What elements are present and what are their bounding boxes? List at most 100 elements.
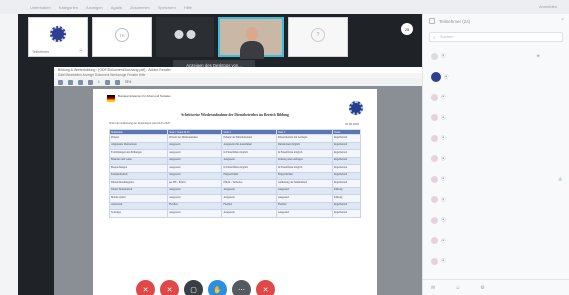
camera-off-icon: ✕	[166, 286, 173, 294]
participant-row[interactable]: ⦿ ◈	[423, 46, 569, 67]
participant-list: ⦿ ◈ ⦿ ⦿ ⦿ ⦿ ⦿ ⦿ ⦾ ⦿ ⦿ ⦿ ⦿	[423, 46, 569, 272]
mic-icon: ⦿	[444, 73, 449, 79]
mic-icon: ⦿	[441, 135, 446, 141]
account-link[interactable]: Anmelden	[539, 4, 557, 9]
camera-toggle-button[interactable]: ✕	[160, 280, 179, 295]
participant-row[interactable]: ⦿	[423, 251, 569, 272]
participant-tile[interactable]: Teilnehmer ⦿	[28, 17, 88, 57]
avatar	[431, 237, 438, 245]
shared-pdf-window: Bildung & Weiterbildung - [ODF/Dokument/…	[54, 67, 432, 295]
table-cell: In Einzelfällen möglich	[275, 149, 333, 158]
settings-icon[interactable]: ⚙	[480, 285, 484, 291]
table-row: Mobile Arbeit Ausgesetzt Ausgesetzt Ausgese…	[108, 194, 362, 203]
person-head	[246, 27, 258, 41]
participant-row[interactable]: ⦿	[423, 231, 569, 252]
active-speaker-tile[interactable]	[218, 17, 284, 59]
table-cell: Flexibel	[221, 201, 277, 210]
call-controls: ✕ ✕ ▢ ✋ ⋯ ✕	[136, 280, 275, 295]
table-cell: Regelbetrieb	[331, 156, 362, 165]
table-cell: Eingeschränkt	[275, 171, 333, 180]
participant-row[interactable]: ⦿	[423, 190, 569, 211]
zoom-level: 78%	[124, 80, 132, 84]
table-cell: Pflicht - Teilweise	[221, 179, 277, 188]
table-cell: Ausgesetzt	[167, 141, 223, 150]
participant-search-input[interactable]: ⌕ Suchen	[429, 32, 563, 42]
table-row: Sonstiges Ausgesetzt Ausgesetzt Ausgesetzt R…	[108, 209, 362, 218]
raise-hand-button[interactable]: ✋	[208, 280, 227, 295]
federal-eagle-logo	[107, 95, 115, 102]
leave-call-button[interactable]: ✕	[256, 280, 275, 295]
table-cell: Regelbetrieb	[331, 209, 362, 218]
table-row: Fortbildungen und Prüfungen Ausgesetzt In …	[108, 149, 362, 158]
participant-row[interactable]: ⦿ ⦾	[423, 169, 569, 190]
menu-item[interactable]: Speichern	[158, 5, 176, 10]
avatar	[431, 71, 441, 82]
mute-mic-button[interactable]: ✕	[136, 280, 155, 295]
mic-icon: ⦿	[441, 53, 446, 59]
participant-row[interactable]: ⦿	[423, 128, 569, 149]
app-window: Unterhalten Kategorien Anzeigen Agatis Z…	[0, 0, 569, 295]
emblem-avatar	[50, 26, 66, 42]
table-row: Rücksichtnahmegebot per HE - Pflicht Pflic…	[108, 179, 362, 188]
mic-icon: ⦿	[441, 217, 446, 223]
menu-item[interactable]: Hilfe	[184, 5, 192, 10]
prev-page-icon	[78, 79, 83, 85]
table-cell: Dienst-Teilzeitarbeit	[108, 186, 169, 195]
chat-icon[interactable]: ✉	[431, 285, 435, 291]
search-icon: ⌕	[433, 35, 436, 40]
menu-item[interactable]: Anzeigen	[86, 5, 103, 10]
status-icon: ◈	[536, 53, 540, 59]
mic-icon: ⦿	[441, 114, 446, 120]
participant-strip: Teilnehmer ⦿ TE ?	[28, 17, 348, 59]
avatar	[431, 257, 438, 265]
mic-off-icon: ✕	[142, 286, 149, 294]
table-cell: Ausgesetzt	[275, 209, 333, 218]
avatar	[431, 175, 438, 183]
table-cell: Ausgesetzt	[167, 156, 223, 165]
table-row: Arbeitszeit Flexibel Flexibel Flexibel Regel…	[108, 201, 362, 210]
table-cell: Dienstreisen möglich	[275, 141, 333, 150]
table-cell: Sonstiges	[108, 209, 169, 218]
mic-icon: ⦿	[441, 196, 446, 202]
menu-item[interactable]: Zusammen	[130, 5, 150, 10]
mic-icon: ⦿	[441, 237, 446, 243]
table-cell: In Einzelfällen möglich	[221, 164, 277, 173]
page-number: 1	[98, 80, 100, 84]
participant-tile[interactable]: ?	[288, 17, 348, 57]
avatar	[431, 93, 438, 101]
table-row: Kantinenbetrieb Ausgesetzt Eingeschränkt Ei…	[108, 171, 362, 180]
more-options-button[interactable]: ⋯	[232, 280, 251, 295]
emoji-icon[interactable]: ☺	[455, 285, 460, 291]
mic-icon: ⦿	[441, 94, 446, 100]
participant-count-badge[interactable]: 25	[401, 23, 413, 35]
participant-row[interactable]: ⦿	[423, 108, 569, 129]
zoom-out-icon	[104, 79, 110, 85]
menu-item[interactable]: Kategorien	[59, 5, 78, 10]
participant-tile[interactable]: TE	[92, 17, 152, 57]
participant-row[interactable]: ⦿	[423, 210, 569, 231]
participant-tile[interactable]	[156, 17, 214, 57]
menu-item[interactable]: Unterhalten	[30, 5, 51, 10]
meeting-stage: Teilnehmer ⦿ TE ? 25 Anzeigen des Deskto…	[18, 14, 432, 295]
participant-row[interactable]: ⦿	[423, 67, 569, 88]
participant-name: Teilnehmer	[32, 50, 50, 54]
table-cell: Flexibel	[275, 201, 333, 210]
table-cell: Rücksichtnahmegebot	[108, 179, 169, 188]
avatar	[174, 30, 184, 39]
unknown-text: ?	[316, 32, 320, 38]
table-cell: Zulässig unter Auflagen	[275, 156, 333, 165]
table-cell: Besprechungen	[108, 164, 169, 173]
mic-icon: ⦿	[441, 258, 446, 264]
avatar	[431, 52, 438, 60]
share-screen-button[interactable]: ▢	[184, 280, 203, 295]
hand-icon: ✋	[213, 286, 222, 294]
close-panel-button[interactable]: ×	[561, 17, 564, 23]
participant-row[interactable]: ⦿	[423, 87, 569, 108]
participant-row[interactable]: ⦿	[423, 149, 569, 170]
table-cell: Ausgesetzt	[167, 171, 223, 180]
menu-item[interactable]: Agatis	[111, 5, 122, 10]
table-cell: Regelbetrieb	[331, 164, 362, 173]
table-cell: Flexibel	[167, 201, 223, 210]
table-cell: Regelbetrieb	[331, 171, 362, 180]
table-cell: Regelbetrieb	[331, 149, 362, 158]
